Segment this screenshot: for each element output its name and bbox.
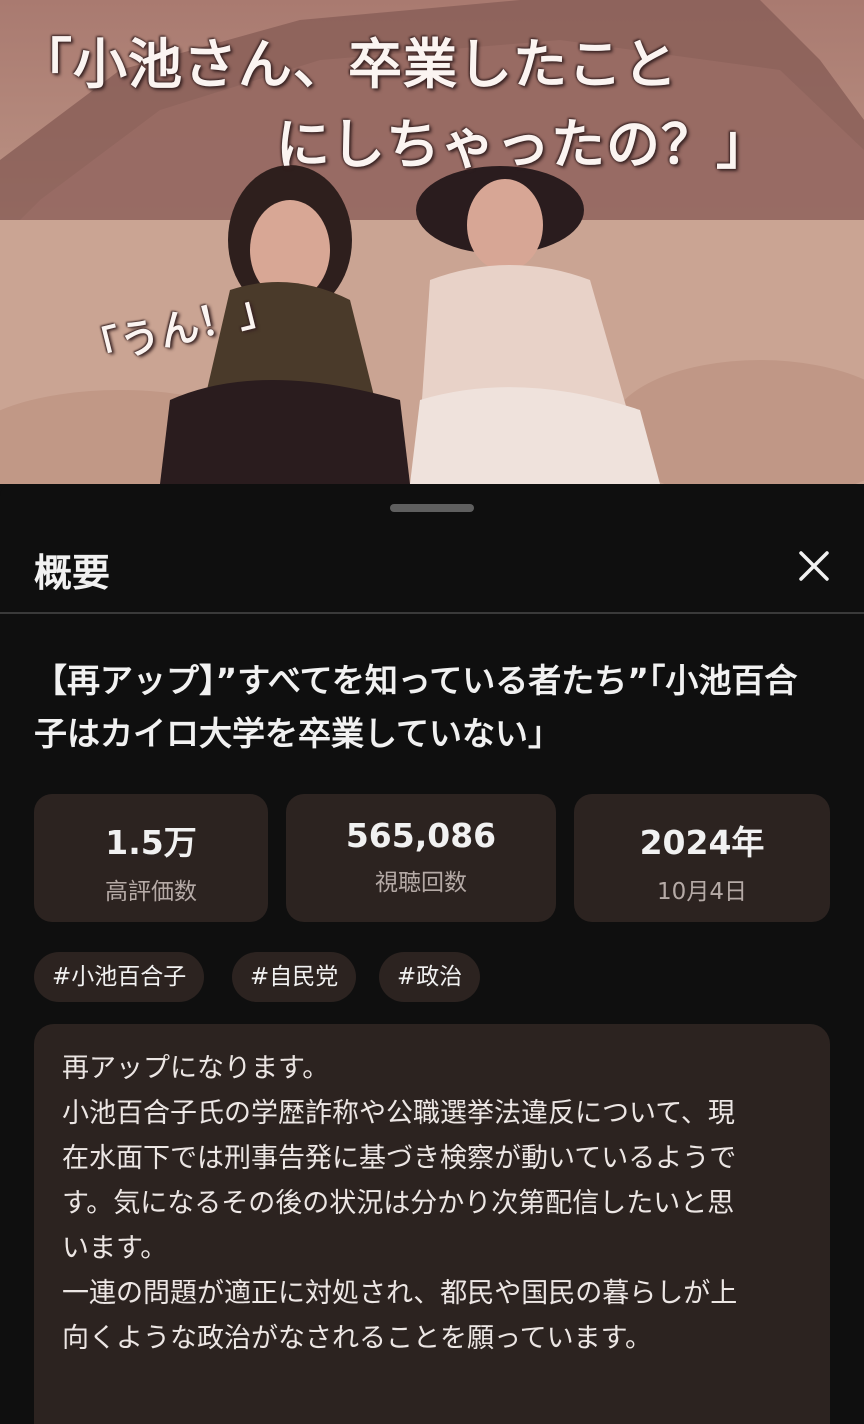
hashtag-chip[interactable]: #自民党 (232, 952, 357, 1002)
thumbnail-caption-line1: 「小池さん、卒業したこと (18, 32, 678, 96)
description-box[interactable]: 再アップになります。 小池百合子氏の学歴詐称や公職選挙法違反について、現 在水面… (34, 1024, 830, 1424)
video-thumbnail[interactable]: 「小池さん、卒業したこと にしちゃったの？」 「うん！」 (0, 0, 864, 484)
close-icon (799, 551, 829, 581)
hashtag-chip[interactable]: #政治 (379, 952, 481, 1002)
stat-likes-value: 1.5万 (105, 823, 197, 862)
sheet-header: 概要 (0, 522, 864, 614)
stat-date-day: 10月4日 (657, 879, 747, 905)
description-line: す。気になるその後の状況は分かり次第配信したいと思 (62, 1188, 735, 1219)
description-line: います。 (62, 1233, 168, 1264)
close-button[interactable] (788, 540, 840, 592)
stat-date-year: 2024年 (639, 823, 765, 862)
hashtag-chip[interactable]: #小池百合子 (34, 952, 205, 1002)
description-line: 小池百合子氏の学歴詐称や公職選挙法違反について、現 (62, 1098, 735, 1129)
sheet-title: 概要 (34, 551, 111, 595)
thumbnail-caption-line2: にしちゃったの？」 (276, 112, 771, 176)
description-line: 一連の問題が適正に対処され、都民や国民の暮らしが上 (62, 1278, 738, 1309)
description-text: 再アップになります。 小池百合子氏の学歴詐称や公職選挙法違反について、現 在水面… (62, 1046, 810, 1361)
stat-views-value: 565,086 (345, 816, 497, 855)
drag-handle[interactable] (390, 504, 474, 512)
description-sheet: 概要 【再アップ】”すべてを知っている者たち”「小池百合子はカイロ大学を卒業して… (0, 484, 864, 1424)
description-line: 向くような政治がなされることを願っています。 (62, 1323, 652, 1354)
stat-likes: 1.5万 高評価数 (34, 794, 268, 922)
description-line: 再アップになります。 (62, 1053, 330, 1084)
stat-views-label: 視聴回数 (375, 870, 467, 896)
stat-views: 565,086 視聴回数 (286, 794, 556, 922)
video-title: 【再アップ】”すべてを知っている者たち”「小池百合子はカイロ大学を卒業していない… (34, 661, 798, 753)
description-line: 在水面下では刑事告発に基づき検察が動いているようで (62, 1143, 737, 1174)
stat-date: 2024年 10月4日 (574, 794, 830, 922)
stat-likes-label: 高評価数 (105, 879, 197, 905)
